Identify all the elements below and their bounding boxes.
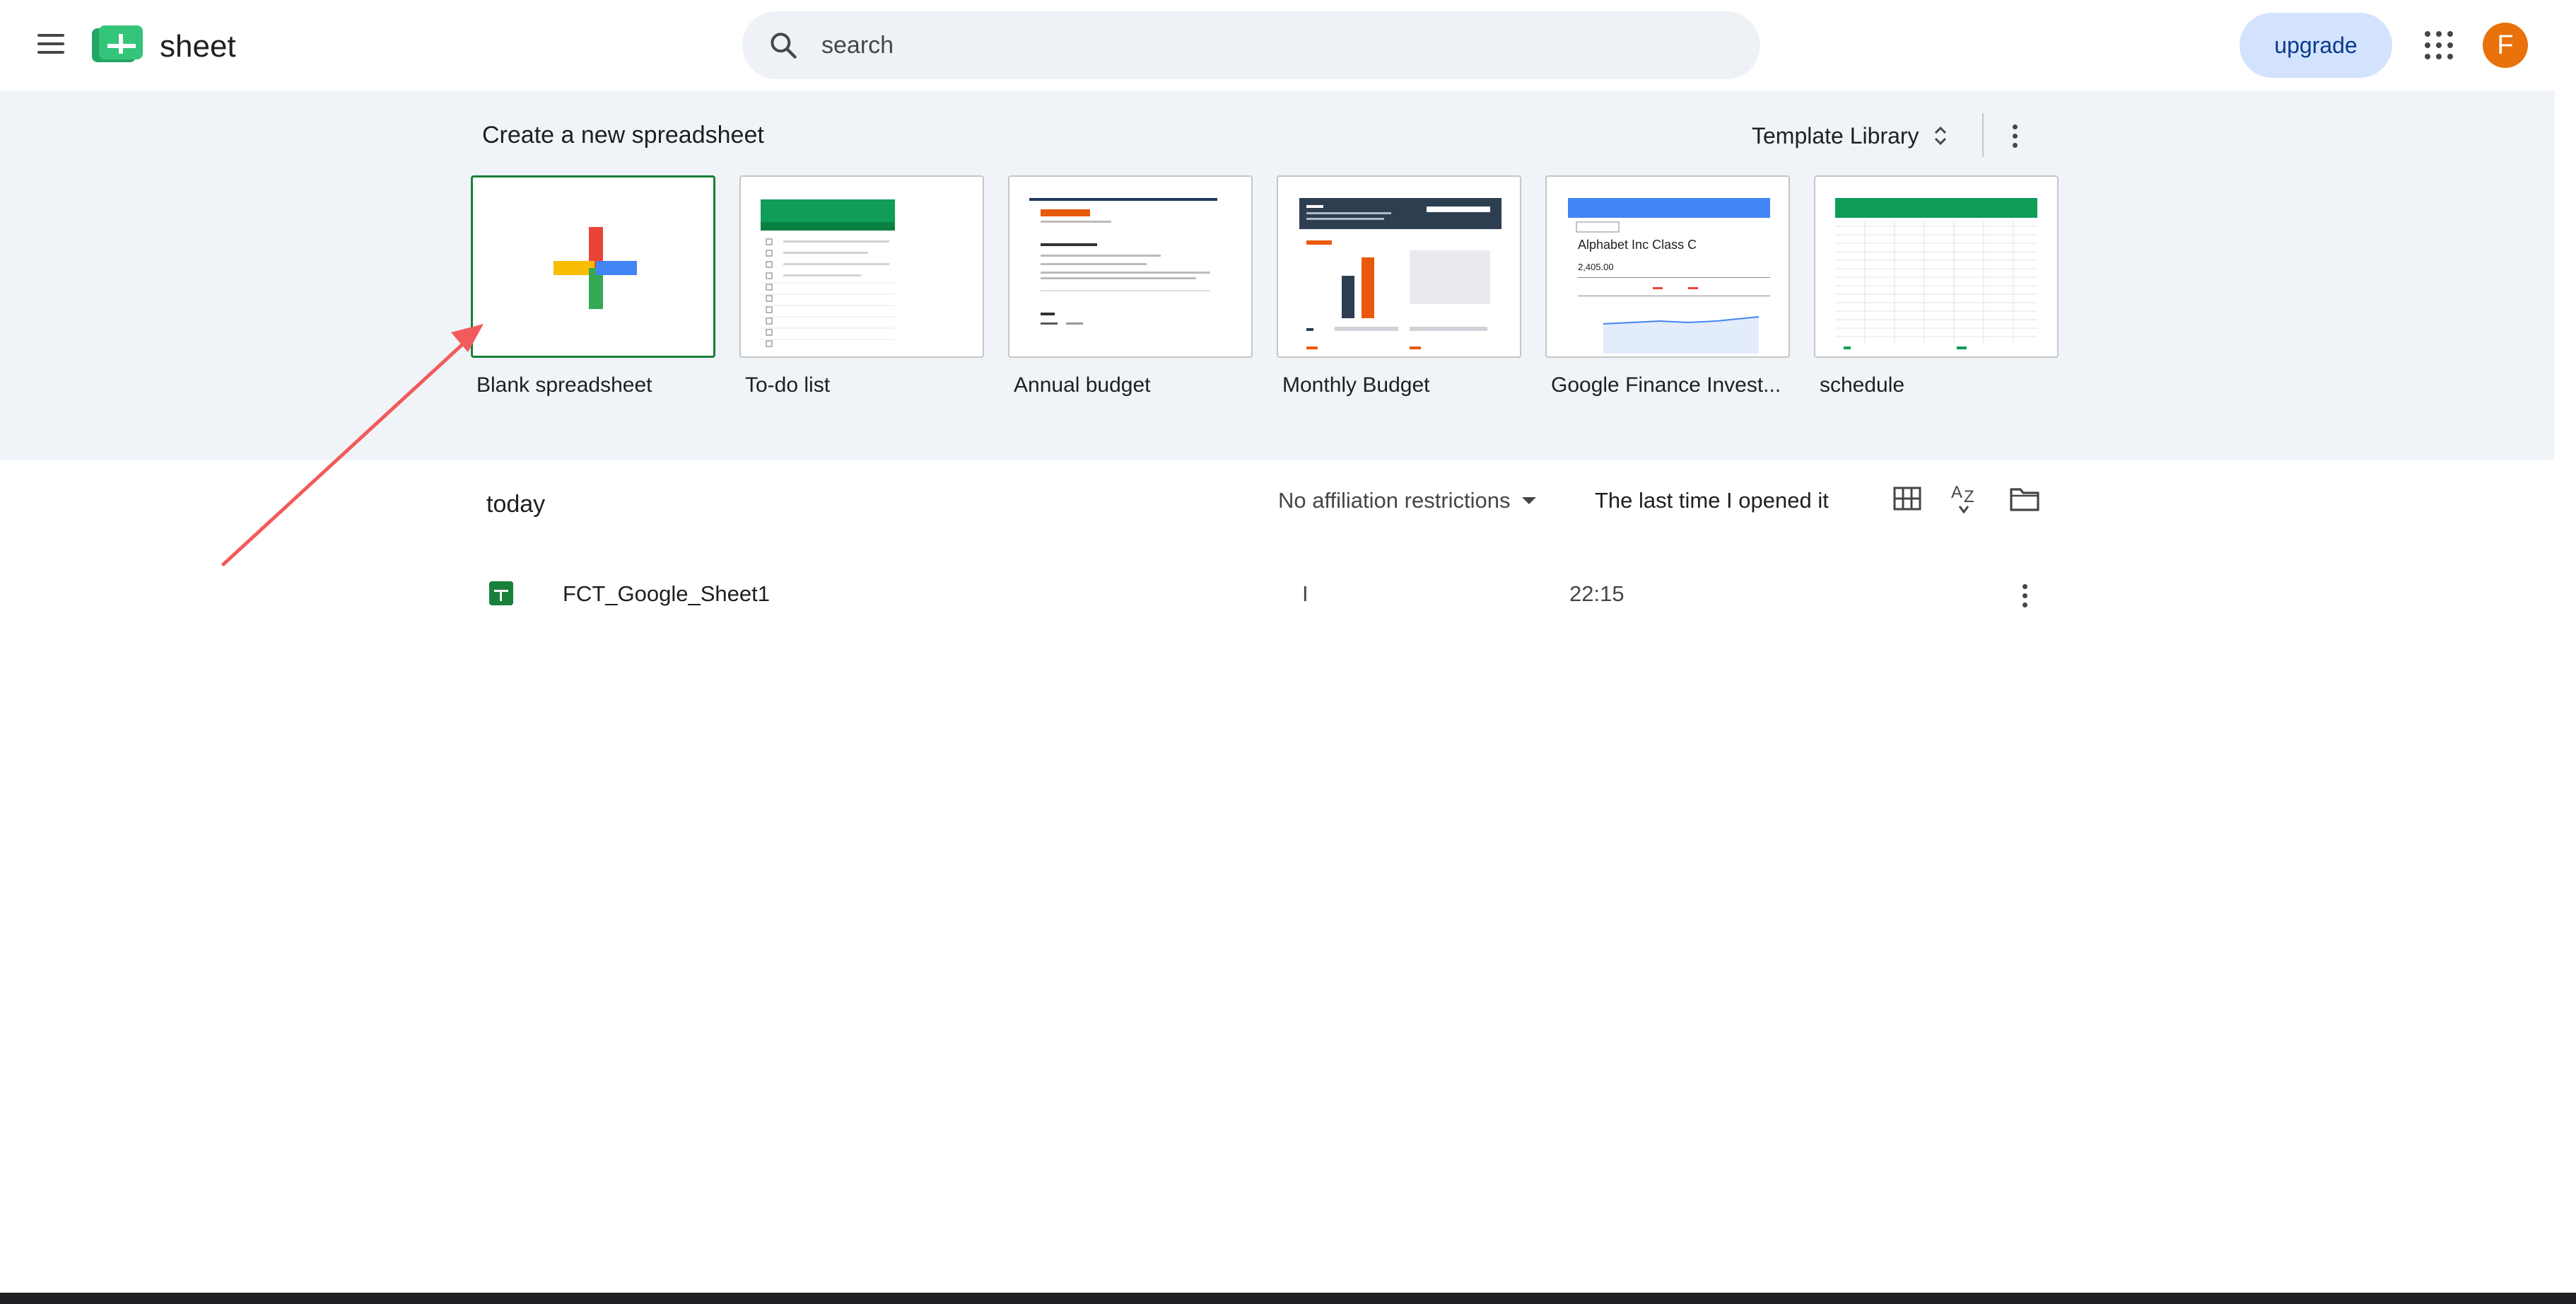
account-avatar[interactable]: F — [2483, 23, 2528, 68]
monthly-budget-preview — [1299, 198, 1501, 349]
annual-budget-preview — [1029, 198, 1217, 325]
google-apps-icon[interactable] — [2422, 28, 2456, 62]
main-menu-icon[interactable] — [31, 24, 71, 64]
finance-thumb-title: Alphabet Inc Class C — [1578, 238, 1697, 252]
file-row[interactable]: FCT_Google_Sheet1 I 22:15 — [475, 566, 2051, 625]
template-label: Monthly Budget — [1282, 373, 1430, 397]
template-annual-budget[interactable]: Annual budget — [1008, 175, 1253, 397]
template-label: Google Finance Invest... — [1551, 373, 1781, 397]
search-input[interactable] — [821, 25, 1726, 65]
svg-text:Z: Z — [1964, 487, 1974, 506]
template-thumbnail — [471, 175, 715, 358]
template-gallery-title: Create a new spreadsheet — [482, 122, 764, 149]
template-more-options-icon[interactable] — [1999, 116, 2030, 156]
plus-icon — [554, 227, 637, 309]
template-gallery: Create a new spreadsheet Template Librar… — [0, 91, 2555, 460]
file-more-options-icon[interactable] — [2012, 580, 2037, 611]
top-bar: sheet upgrade F — [0, 0, 2555, 91]
upgrade-button[interactable]: upgrade — [2240, 13, 2392, 78]
file-name[interactable]: FCT_Google_Sheet1 — [563, 581, 770, 607]
owner-filter-label: No affiliation restrictions — [1278, 488, 1511, 513]
template-library-button[interactable]: Template Library — [1752, 116, 1949, 156]
template-thumbnail — [1008, 175, 1253, 358]
template-blank[interactable]: Blank spreadsheet — [471, 175, 715, 397]
template-monthly-budget[interactable]: Monthly Budget — [1277, 175, 1521, 397]
template-google-finance[interactable]: Alphabet Inc Class C 2,405.00 Google Fin… — [1545, 175, 1790, 397]
finance-preview: Alphabet Inc Class C 2,405.00 — [1568, 198, 1770, 354]
template-thumbnail — [1277, 175, 1521, 358]
section-heading-today: today — [486, 491, 546, 518]
unfold-icon — [1934, 126, 1946, 146]
sort-az-icon[interactable]: A Z — [1950, 481, 1982, 516]
grid-view-icon[interactable] — [1893, 487, 1921, 511]
file-last-opened: 22:15 — [1569, 581, 1624, 606]
template-schedule[interactable]: schedule — [1814, 175, 2059, 397]
template-thumbnail: Alphabet Inc Class C 2,405.00 — [1545, 175, 1790, 358]
finance-thumb-value: 2,405.00 — [1578, 262, 1614, 272]
search-icon[interactable] — [768, 30, 799, 61]
template-label: schedule — [1820, 373, 1905, 397]
template-library-label: Template Library — [1752, 122, 1919, 149]
search-bar[interactable] — [742, 11, 1760, 79]
template-label: Blank spreadsheet — [476, 373, 652, 397]
folder-icon[interactable] — [2009, 487, 2040, 512]
sheets-logo-icon[interactable] — [92, 25, 146, 65]
template-thumbnail — [1814, 175, 2059, 358]
sheets-file-icon — [489, 581, 513, 605]
caret-down-icon — [1521, 497, 1536, 504]
schedule-preview — [1835, 198, 2037, 349]
taskbar-strip — [0, 1293, 2576, 1304]
todo-preview — [761, 199, 895, 347]
owner-filter-dropdown[interactable]: No affiliation restrictions — [1278, 485, 1536, 516]
sort-by-dropdown[interactable]: The last time I opened it — [1595, 485, 1829, 516]
svg-text:A: A — [1951, 483, 1962, 502]
template-todo-list[interactable]: To-do list — [739, 175, 984, 397]
app-name: sheet — [160, 29, 236, 64]
template-label: Annual budget — [1014, 373, 1151, 397]
template-thumbnail — [739, 175, 984, 358]
file-owner: I — [1302, 581, 1309, 606]
divider — [1982, 113, 1984, 157]
template-label: To-do list — [745, 373, 831, 397]
